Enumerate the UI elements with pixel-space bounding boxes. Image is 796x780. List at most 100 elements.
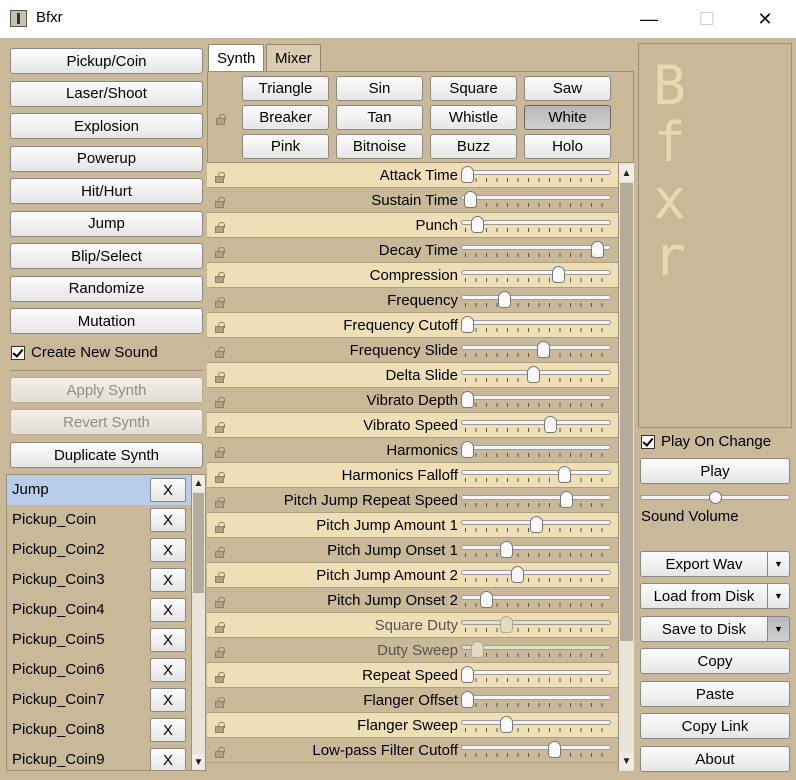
- list-item[interactable]: Pickup_Coin3 X: [7, 565, 191, 595]
- create-new-sound-checkbox[interactable]: Create New Sound: [11, 344, 158, 361]
- list-item[interactable]: Pickup_Coin5 X: [7, 625, 191, 655]
- lock-icon[interactable]: [215, 297, 226, 308]
- waveform-button-bitnoise[interactable]: Bitnoise: [336, 134, 423, 159]
- slider-knob[interactable]: [547, 741, 561, 758]
- remove-sound-button[interactable]: X: [150, 478, 186, 502]
- list-item[interactable]: Jump X: [7, 475, 191, 505]
- lock-icon[interactable]: [215, 372, 226, 383]
- parameter-slider[interactable]: [461, 166, 611, 184]
- slider-knob[interactable]: [552, 266, 566, 283]
- remove-sound-button[interactable]: X: [150, 598, 186, 622]
- about-button[interactable]: About: [640, 746, 790, 772]
- lock-icon[interactable]: [215, 472, 226, 483]
- waveform-button-triangle[interactable]: Triangle: [242, 76, 329, 101]
- parameter-slider[interactable]: [461, 441, 611, 459]
- copy-link-button[interactable]: Copy Link: [640, 713, 790, 739]
- parameter-slider[interactable]: [461, 291, 611, 309]
- lock-icon[interactable]: [215, 572, 226, 583]
- lock-icon[interactable]: [215, 747, 226, 758]
- slider-knob[interactable]: [590, 241, 604, 258]
- waveform-button-buzz[interactable]: Buzz: [430, 134, 517, 159]
- parameter-slider[interactable]: [461, 616, 611, 634]
- remove-sound-button[interactable]: X: [150, 658, 186, 682]
- scrollbar-thumb[interactable]: [193, 493, 204, 593]
- scroll-down-icon[interactable]: ▼: [619, 753, 634, 769]
- parameter-slider[interactable]: [461, 391, 611, 409]
- remove-sound-button[interactable]: X: [150, 538, 186, 562]
- revert-synth-button[interactable]: Revert Synth: [10, 409, 203, 435]
- chevron-down-icon[interactable]: ▼: [767, 616, 790, 642]
- remove-sound-button[interactable]: X: [150, 508, 186, 532]
- parameter-slider[interactable]: [461, 466, 611, 484]
- minimize-button[interactable]: —: [620, 0, 678, 38]
- waveform-button-white[interactable]: White: [524, 105, 611, 130]
- parameter-slider[interactable]: [461, 341, 611, 359]
- waveform-button-holo[interactable]: Holo: [524, 134, 611, 159]
- list-item[interactable]: Pickup_Coin9 X: [7, 745, 191, 770]
- lock-icon[interactable]: [215, 447, 226, 458]
- lock-icon[interactable]: [215, 222, 226, 233]
- remove-sound-button[interactable]: X: [150, 628, 186, 652]
- slider-knob[interactable]: [530, 516, 543, 533]
- copy-button[interactable]: Copy: [640, 648, 790, 674]
- list-item[interactable]: Pickup_Coin X: [7, 505, 191, 535]
- close-button[interactable]: ✕: [736, 0, 794, 38]
- lock-icon[interactable]: [215, 397, 226, 408]
- slider-knob[interactable]: [470, 216, 484, 233]
- slider-knob[interactable]: [461, 391, 474, 408]
- lock-icon[interactable]: [215, 622, 226, 633]
- slider-knob[interactable]: [498, 291, 512, 308]
- slider-knob[interactable]: [560, 491, 574, 508]
- parameter-slider[interactable]: [461, 216, 611, 234]
- lock-icon[interactable]: [215, 697, 226, 708]
- tab-mixer[interactable]: Mixer: [266, 44, 321, 71]
- waveform-button-breaker[interactable]: Breaker: [242, 105, 329, 130]
- remove-sound-button[interactable]: X: [150, 748, 186, 770]
- generator-button-hit-hurt[interactable]: Hit/Hurt: [10, 178, 203, 204]
- waveform-button-tan[interactable]: Tan: [336, 105, 423, 130]
- parameter-slider[interactable]: [461, 191, 611, 209]
- lock-icon[interactable]: [215, 172, 226, 183]
- lock-icon[interactable]: [215, 522, 226, 533]
- parameter-slider[interactable]: [461, 691, 611, 709]
- slider-knob[interactable]: [499, 716, 513, 733]
- slider-knob[interactable]: [461, 316, 474, 333]
- lock-icon[interactable]: [215, 197, 226, 208]
- scrollbar-thumb[interactable]: [620, 183, 633, 641]
- play-button[interactable]: Play: [640, 458, 790, 484]
- slider-knob[interactable]: [461, 441, 474, 458]
- list-item[interactable]: Pickup_Coin6 X: [7, 655, 191, 685]
- slider-knob[interactable]: [536, 341, 550, 358]
- generator-button-laser-shoot[interactable]: Laser/Shoot: [10, 80, 203, 107]
- slider-knob[interactable]: [461, 666, 474, 683]
- apply-synth-button[interactable]: Apply Synth: [10, 377, 203, 403]
- parameter-slider[interactable]: [461, 591, 611, 609]
- waveform-button-sin[interactable]: Sin: [336, 76, 423, 101]
- slider-knob[interactable]: [480, 591, 494, 608]
- slider-knob[interactable]: [461, 166, 474, 183]
- volume-knob[interactable]: [709, 491, 722, 504]
- sound-list-scrollbar[interactable]: ▲ ▼: [191, 475, 205, 770]
- waveform-button-whistle[interactable]: Whistle: [430, 105, 517, 130]
- generator-button-mutation[interactable]: Mutation: [10, 308, 203, 334]
- slider-knob[interactable]: [499, 616, 513, 633]
- scroll-up-icon[interactable]: ▲: [192, 475, 205, 491]
- lock-icon[interactable]: [215, 597, 226, 608]
- parameter-slider[interactable]: [461, 641, 611, 659]
- lock-icon[interactable]: [215, 247, 226, 258]
- slider-knob[interactable]: [499, 541, 513, 558]
- maximize-button[interactable]: ☐: [678, 0, 736, 38]
- play-on-change-checkbox[interactable]: Play On Change: [641, 433, 771, 450]
- chevron-down-icon[interactable]: ▼: [767, 583, 790, 609]
- slider-knob[interactable]: [510, 566, 524, 583]
- list-item[interactable]: Pickup_Coin2 X: [7, 535, 191, 565]
- generator-button-blip-select[interactable]: Blip/Select: [10, 243, 203, 269]
- generator-button-jump[interactable]: Jump: [10, 210, 203, 237]
- remove-sound-button[interactable]: X: [150, 718, 186, 742]
- paste-button[interactable]: Paste: [640, 681, 790, 707]
- scroll-down-icon[interactable]: ▼: [192, 754, 205, 770]
- waveform-button-square[interactable]: Square: [430, 76, 517, 101]
- tab-synth[interactable]: Synth: [208, 44, 265, 71]
- lock-icon[interactable]: [215, 722, 226, 733]
- parameter-slider[interactable]: [461, 241, 611, 259]
